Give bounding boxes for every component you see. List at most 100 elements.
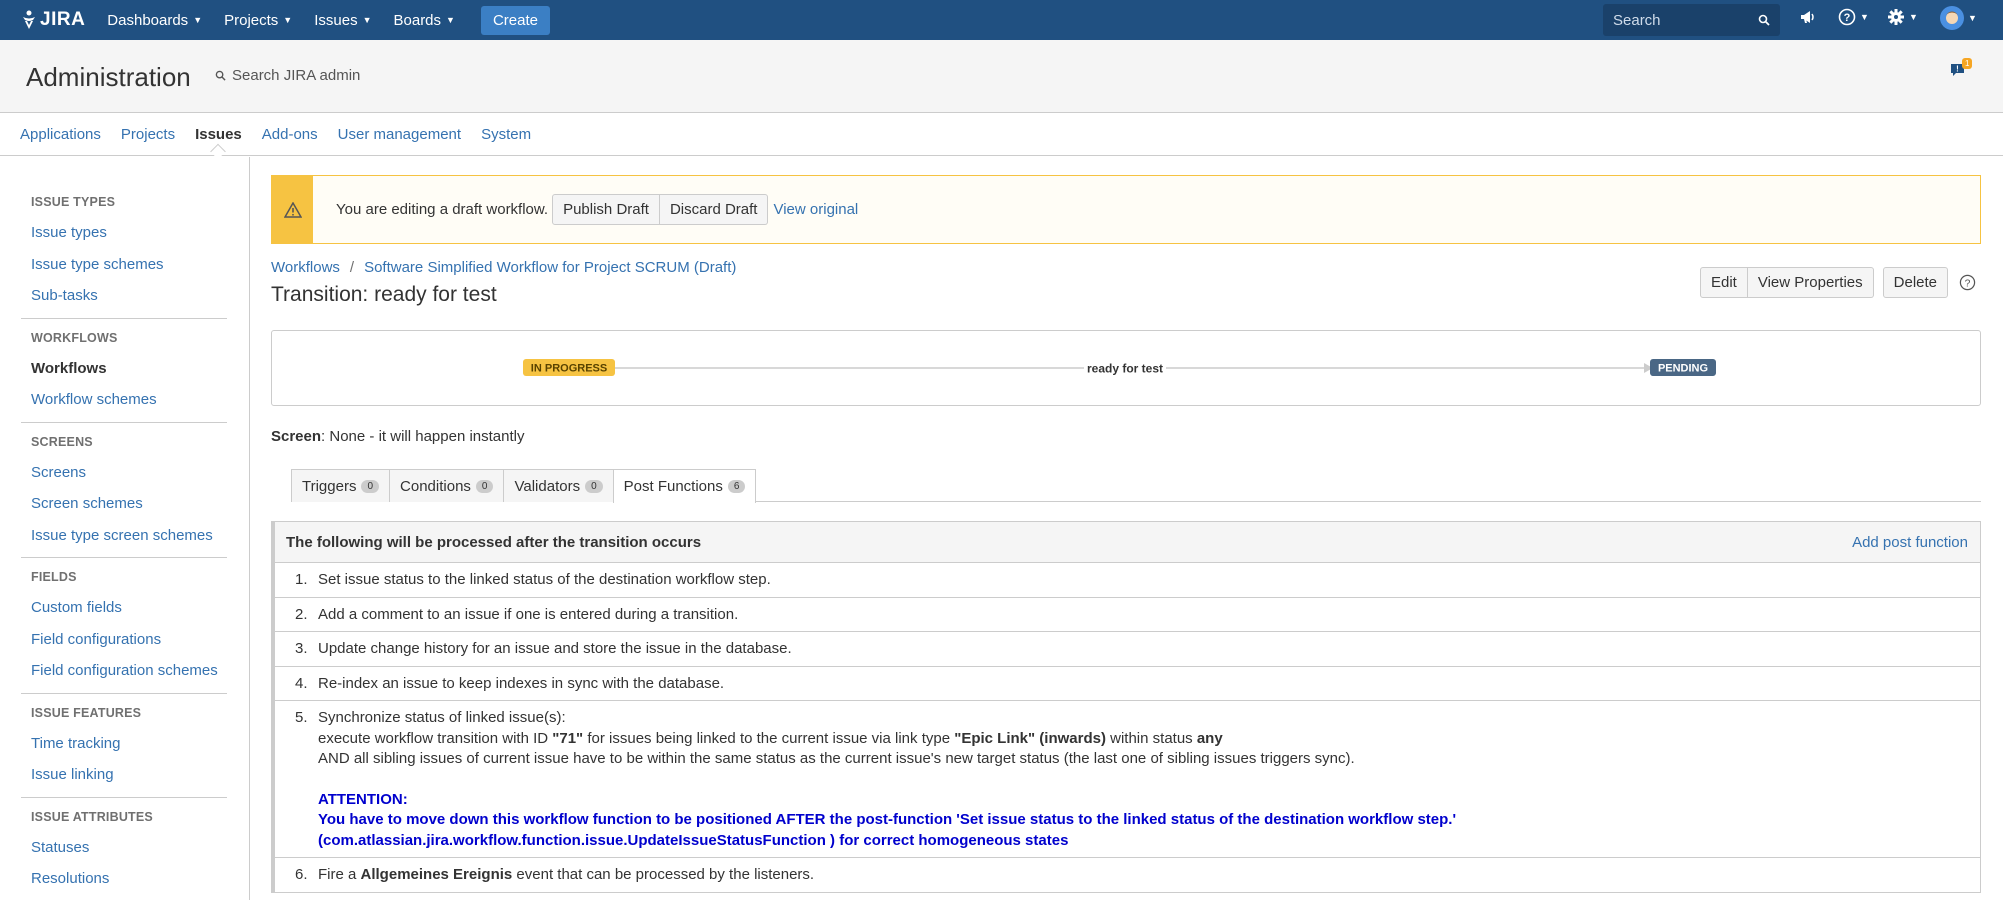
sidebar-item-field-configuration-schemes[interactable]: Field configuration schemes bbox=[31, 655, 227, 687]
sidebar-item-issue-type-screen-schemes[interactable]: Issue type screen schemes bbox=[31, 520, 227, 552]
post-function-row[interactable]: 6. Fire a Allgemeines Ereignis event tha… bbox=[275, 858, 1980, 892]
row-number: 2. bbox=[295, 605, 308, 623]
sidebar: Issue Types Issue types Issue type schem… bbox=[0, 157, 250, 900]
search-icon[interactable] bbox=[1758, 14, 1770, 26]
tab-conditions[interactable]: Conditions 0 bbox=[389, 469, 505, 502]
screen-value: : None - it will happen instantly bbox=[321, 428, 525, 445]
global-search-input[interactable] bbox=[1613, 11, 1743, 29]
notification-count-badge: 1 bbox=[1962, 58, 1973, 69]
post-function-text: Synchronize status of linked issue(s): e… bbox=[318, 708, 1968, 851]
publish-draft-button[interactable]: Publish Draft bbox=[552, 194, 660, 225]
sidebar-item-screen-schemes[interactable]: Screen schemes bbox=[31, 488, 227, 520]
chevron-down-icon: ▼ bbox=[1860, 12, 1869, 22]
nav-dashboards-label: Dashboards bbox=[107, 11, 189, 29]
help-icon: ? bbox=[1838, 8, 1856, 26]
sidebar-item-workflow-schemes[interactable]: Workflow schemes bbox=[31, 384, 227, 416]
post-functions-header: The following will be processed after th… bbox=[275, 522, 1980, 563]
tab-label: Conditions bbox=[400, 477, 471, 495]
row-number: 5. bbox=[295, 709, 308, 726]
discard-draft-button[interactable]: Discard Draft bbox=[659, 194, 769, 225]
user-menu[interactable]: ▼ bbox=[1940, 6, 1977, 30]
tab-label: Triggers bbox=[302, 477, 357, 495]
nav-projects[interactable]: Projects ▼ bbox=[224, 12, 292, 29]
delete-button[interactable]: Delete bbox=[1882, 267, 1948, 298]
view-original-link[interactable]: View original bbox=[773, 201, 858, 218]
post-functions-table: The following will be processed after th… bbox=[271, 521, 1981, 893]
warning-icon bbox=[272, 176, 313, 243]
count-badge: 0 bbox=[361, 479, 380, 493]
tab-applications[interactable]: Applications bbox=[20, 126, 101, 143]
edit-button[interactable]: Edit bbox=[1700, 267, 1748, 298]
svg-text:?: ? bbox=[1965, 278, 1971, 289]
announcement-icon[interactable] bbox=[1799, 8, 1817, 26]
breadcrumb: Workflows / Software Simplified Workflow… bbox=[271, 259, 736, 276]
sidebar-item-workflows[interactable]: Workflows bbox=[31, 353, 227, 385]
breadcrumb-workflows-link[interactable]: Workflows bbox=[271, 259, 340, 276]
post-function-row[interactable]: 1. Set issue status to the linked status… bbox=[275, 563, 1980, 598]
row-number: 3. bbox=[295, 640, 308, 657]
sidebar-item-field-configurations[interactable]: Field configurations bbox=[31, 624, 227, 656]
nav-boards[interactable]: Boards ▼ bbox=[394, 12, 455, 29]
nav-dashboards[interactable]: Dashboards ▼ bbox=[107, 12, 202, 29]
from-status-label: IN PROGRESS bbox=[531, 363, 607, 375]
tab-validators[interactable]: Validators 0 bbox=[503, 469, 614, 502]
post-function-row[interactable]: 5. Synchronize status of linked issue(s)… bbox=[275, 701, 1980, 858]
sidebar-item-time-tracking[interactable]: Time tracking bbox=[31, 728, 227, 760]
tab-post-functions[interactable]: Post Functions 6 bbox=[612, 469, 757, 503]
tab-user-management[interactable]: User management bbox=[338, 126, 461, 143]
post-functions-heading: The following will be processed after th… bbox=[286, 533, 702, 551]
sidebar-heading: Workflows bbox=[31, 330, 118, 345]
edit-actions-group: Edit View Properties bbox=[1700, 267, 1874, 298]
avatar bbox=[1940, 6, 1964, 30]
sidebar-item-sub-tasks[interactable]: Sub-tasks bbox=[31, 280, 227, 312]
draft-actions: Publish Draft Discard Draft bbox=[552, 194, 769, 225]
sidebar-group-issue-types: Issue Types Issue types Issue type schem… bbox=[21, 157, 227, 319]
sync-text: execute workflow transition with ID bbox=[318, 729, 553, 747]
tab-add-ons[interactable]: Add-ons bbox=[262, 126, 318, 143]
sidebar-group-issue-attributes: Issue Attributes Statuses Resolutions bbox=[21, 798, 227, 900]
event-text: event that can be processed by the liste… bbox=[512, 866, 815, 883]
sidebar-item-issue-linking[interactable]: Issue linking bbox=[31, 759, 227, 791]
gear-icon bbox=[1888, 9, 1904, 25]
add-post-function-link[interactable]: Add post function bbox=[1852, 534, 1968, 551]
top-navigation-bar: JIRA Dashboards ▼ Projects ▼ Issues ▼ Board… bbox=[0, 0, 2003, 40]
admin-tabs: Applications Projects Issues Add-ons Use… bbox=[0, 114, 2003, 156]
tab-label: Post Functions bbox=[623, 478, 723, 495]
tab-label: Validators bbox=[514, 477, 581, 495]
tab-system[interactable]: System bbox=[481, 126, 531, 143]
jira-logo[interactable]: JIRA bbox=[20, 9, 85, 31]
tab-issues[interactable]: Issues bbox=[195, 126, 242, 143]
post-function-text: Set issue status to the linked status of… bbox=[318, 571, 771, 588]
view-properties-button[interactable]: View Properties bbox=[1747, 267, 1874, 298]
transition-title: Transition: ready for test bbox=[271, 283, 497, 306]
settings-menu[interactable]: ▼ bbox=[1887, 8, 1918, 26]
chevron-down-icon: ▼ bbox=[1909, 12, 1918, 22]
search-icon bbox=[215, 70, 226, 81]
nav-issues[interactable]: Issues ▼ bbox=[314, 12, 371, 29]
tab-triggers[interactable]: Triggers 0 bbox=[291, 469, 391, 502]
transition-actions: Edit View Properties Delete ? bbox=[1700, 267, 1976, 298]
post-function-row[interactable]: 4. Re-index an issue to keep indexes in … bbox=[275, 667, 1980, 701]
admin-search-input[interactable] bbox=[232, 67, 432, 84]
create-button[interactable]: Create bbox=[480, 5, 550, 35]
post-function-row[interactable]: 2. Add a comment to an issue if one is e… bbox=[275, 598, 1980, 632]
sidebar-item-statuses[interactable]: Statuses bbox=[31, 832, 227, 864]
sidebar-item-issue-type-schemes[interactable]: Issue type schemes bbox=[31, 249, 227, 281]
help-icon[interactable]: ? bbox=[1959, 274, 1976, 291]
sidebar-item-custom-fields[interactable]: Custom fields bbox=[31, 592, 227, 624]
breadcrumb-workflow-link[interactable]: Software Simplified Workflow for Project… bbox=[364, 259, 736, 276]
post-function-row[interactable]: 3. Update change history for an issue an… bbox=[275, 632, 1980, 667]
sidebar-item-issue-types[interactable]: Issue types bbox=[31, 217, 227, 249]
sidebar-item-screens[interactable]: Screens bbox=[31, 457, 227, 489]
post-function-text: Re-index an issue to keep indexes in syn… bbox=[318, 674, 725, 692]
transition-id: "71" bbox=[552, 729, 584, 747]
transition-label: ready for test bbox=[1087, 362, 1163, 376]
tab-projects[interactable]: Projects bbox=[121, 126, 175, 143]
count-badge: 6 bbox=[727, 480, 746, 493]
sidebar-heading: Fields bbox=[31, 570, 77, 584]
notifications-button[interactable]: ! 1 bbox=[1950, 58, 1973, 82]
help-menu[interactable]: ? ▼ bbox=[1838, 8, 1869, 26]
svg-text:!: ! bbox=[1956, 65, 1959, 74]
sidebar-item-resolutions[interactable]: Resolutions bbox=[31, 863, 227, 895]
row-number: 1. bbox=[295, 571, 308, 588]
